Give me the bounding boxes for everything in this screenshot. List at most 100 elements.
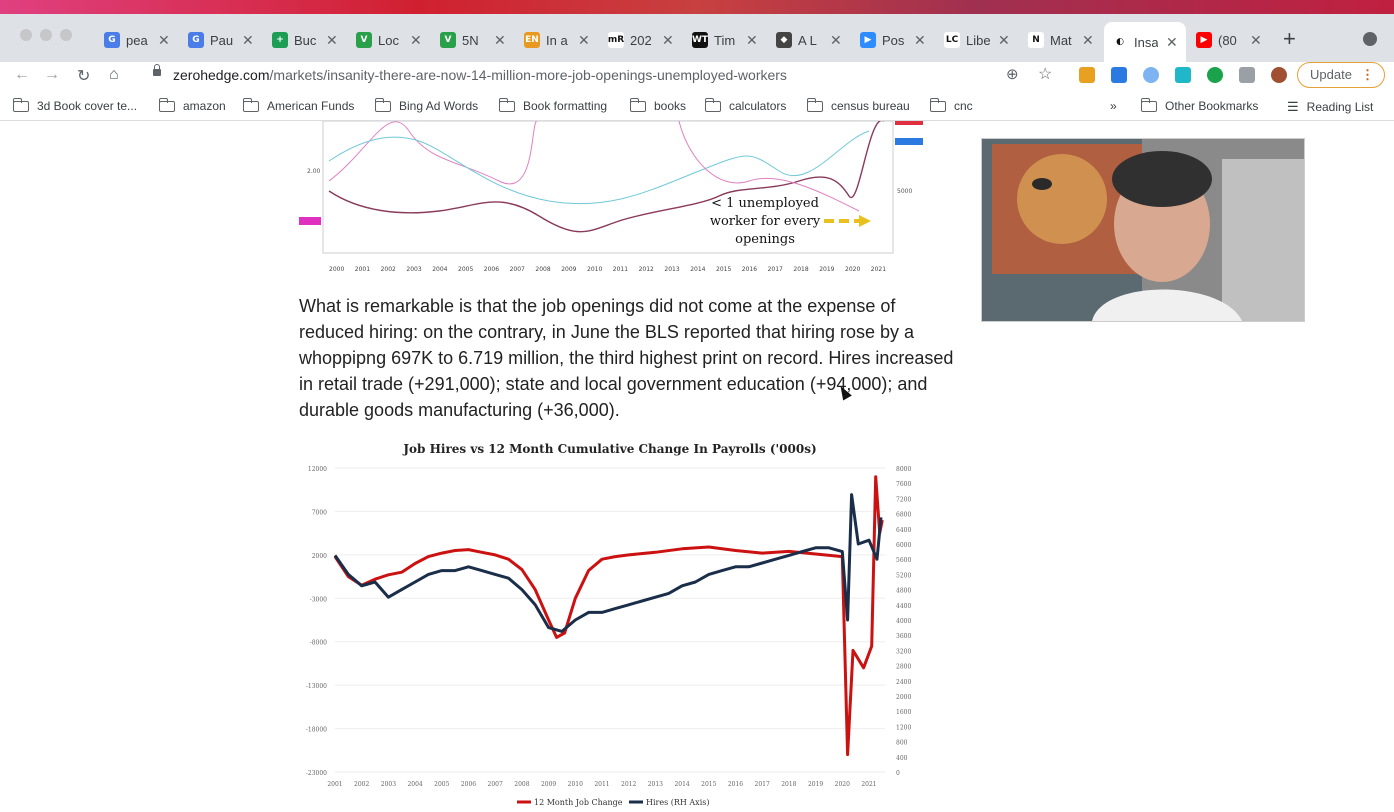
zoom-icon[interactable]: ⊕: [1006, 65, 1019, 83]
browser-tab[interactable]: ▶ (80 ✕: [1196, 26, 1262, 54]
tab-search-icon[interactable]: [1363, 32, 1377, 46]
tab-close-icon[interactable]: ✕: [158, 32, 170, 49]
x-tick-label: 2006: [461, 781, 476, 788]
tab-close-icon[interactable]: ✕: [662, 32, 674, 49]
tab-close-icon[interactable]: ✕: [746, 32, 758, 49]
x-tick-label: 2002: [381, 266, 396, 273]
extension-grid-icon[interactable]: [1111, 67, 1127, 83]
tab-close-icon[interactable]: ✕: [1166, 34, 1178, 51]
x-tick-label: 2018: [781, 781, 796, 788]
bookmarks-overflow-icon[interactable]: »: [1110, 99, 1117, 113]
update-button[interactable]: Update ⋮: [1297, 62, 1385, 88]
bookmark-label: census bureau: [831, 99, 910, 113]
window-maximize-button[interactable]: [60, 29, 72, 41]
legend-label: Hires (RH Axis): [646, 798, 709, 807]
bookmark-label: Book formatting: [523, 99, 608, 113]
tab-title: Buc: [294, 32, 317, 48]
bookmark-item[interactable]: Book formatting: [499, 97, 608, 113]
bookmark-label: calculators: [729, 99, 787, 113]
browser-tab[interactable]: N Mat ✕: [1028, 26, 1094, 54]
other-bookmarks[interactable]: Other Bookmarks: [1141, 97, 1258, 113]
legend-label: 12 Month Job Change: [534, 798, 623, 807]
extensions-puzzle-icon[interactable]: [1239, 67, 1255, 83]
browser-tab[interactable]: mR 202 ✕: [608, 26, 674, 54]
x-tick-label: 2001: [355, 266, 370, 273]
reading-list[interactable]: ☰ Reading List: [1287, 99, 1373, 115]
bookmark-item[interactable]: Bing Ad Words: [375, 97, 478, 113]
tab-close-icon[interactable]: ✕: [578, 32, 590, 49]
window-minimize-button[interactable]: [40, 29, 52, 41]
tab-title: In a: [546, 32, 568, 48]
forward-icon[interactable]: →: [44, 66, 60, 84]
menu-dots-icon: ⋮: [1361, 67, 1374, 82]
bookmark-item[interactable]: calculators: [705, 97, 787, 113]
x-tick-label: 2008: [535, 266, 550, 273]
x-tick-label: 2014: [674, 781, 689, 788]
profile-avatar[interactable]: [1271, 67, 1287, 83]
y-right-tick-label: 4000: [896, 618, 911, 625]
browser-tab[interactable]: V Loc ✕: [356, 26, 422, 54]
y-right-tick-label: 5600: [896, 557, 911, 564]
x-tick-label: 2010: [568, 781, 583, 788]
tab-close-icon[interactable]: ✕: [326, 32, 338, 49]
bookmark-item[interactable]: 3d Book cover te...: [13, 97, 137, 113]
browser-tab[interactable]: EN In a ✕: [524, 26, 590, 54]
bookmark-item[interactable]: cnc: [930, 97, 973, 113]
series-line-job-change: [333, 475, 884, 757]
new-tab-button[interactable]: +: [1283, 28, 1296, 50]
tab-close-icon[interactable]: ✕: [494, 32, 506, 49]
reload-icon[interactable]: ↻: [77, 66, 90, 86]
tab-close-icon[interactable]: ✕: [830, 32, 842, 49]
bookmark-item[interactable]: American Funds: [243, 97, 354, 113]
extension-grammar-icon[interactable]: [1207, 67, 1223, 83]
tab-close-icon[interactable]: ✕: [1082, 32, 1094, 49]
openings-vs-unemployed-chart: 2.00 5000 < 1 unemployed worker for ever…: [299, 121, 923, 273]
x-tick-label: 2011: [594, 781, 609, 788]
bookmark-item[interactable]: books: [630, 97, 686, 113]
url-text[interactable]: zerohedge.com/markets/insanity-there-are…: [173, 67, 787, 83]
bookmark-item[interactable]: amazon: [159, 97, 226, 113]
x-tick-label: 2000: [329, 266, 344, 273]
browser-tab[interactable]: G Pau ✕: [188, 26, 254, 54]
tab-title: A L: [798, 32, 817, 48]
x-tick-label: 2013: [648, 781, 663, 788]
back-icon[interactable]: ←: [14, 66, 30, 84]
browser-tab[interactable]: + Buc ✕: [272, 26, 338, 54]
article-paragraph: What is remarkable is that the job openi…: [299, 296, 954, 420]
current-value-marker: [299, 217, 321, 225]
hires-vs-payrolls-chart: Job Hires vs 12 Month Cumulative Change …: [299, 434, 925, 812]
tab-close-icon[interactable]: ✕: [410, 32, 422, 49]
tab-close-icon[interactable]: ✕: [998, 32, 1010, 49]
home-icon[interactable]: ⌂: [109, 66, 119, 84]
bookmark-item[interactable]: census bureau: [807, 97, 910, 113]
folder-icon: [705, 97, 721, 112]
browser-tab[interactable]: ▶ Pos ✕: [860, 26, 926, 54]
folder-icon: [499, 97, 515, 112]
extension-circle-icon[interactable]: [1143, 67, 1159, 83]
x-tick-label: 2019: [808, 781, 823, 788]
address-bar[interactable]: zerohedge.com/markets/insanity-there-are…: [140, 64, 1062, 88]
window-close-button[interactable]: [20, 29, 32, 41]
y-right-tick-label: 2000: [896, 694, 911, 701]
browser-tab[interactable]: ◆ A L ✕: [776, 26, 842, 54]
browser-tab[interactable]: Gpea ✕: [104, 26, 170, 54]
browser-tab[interactable]: LC Libe ✕: [944, 26, 1010, 54]
extension-book-icon[interactable]: [1079, 67, 1095, 83]
tab-close-icon[interactable]: ✕: [914, 32, 926, 49]
browser-tab[interactable]: V 5N ✕: [440, 26, 506, 54]
y-left-tick-label: -8000: [310, 640, 327, 647]
tab-close-icon[interactable]: ✕: [1250, 32, 1262, 49]
x-tick-label: 2007: [510, 266, 525, 273]
webcam-video-overlay: [981, 138, 1305, 322]
browser-tab[interactable]: WT Tim ✕: [692, 26, 758, 54]
x-tick-label: 2009: [561, 266, 576, 273]
x-tick-label: 2007: [488, 781, 503, 788]
browser-tab[interactable]: ◐ Insa ✕: [1104, 22, 1186, 62]
tab-close-icon[interactable]: ✕: [242, 32, 254, 49]
bookmark-star-icon[interactable]: ☆: [1038, 64, 1052, 84]
x-tick-label: 2021: [861, 781, 876, 788]
tab-favicon-icon: mR: [608, 32, 624, 48]
y-right-tick-label: 7600: [896, 481, 911, 488]
folder-icon: [159, 97, 175, 112]
extension-cloud-icon[interactable]: [1175, 67, 1191, 83]
